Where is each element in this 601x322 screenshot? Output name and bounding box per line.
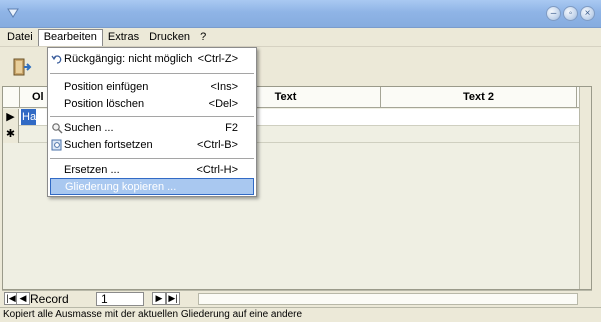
menu-bar: Datei Bearbeiten Extras Drucken ? <box>0 28 601 47</box>
status-bar: Kopiert alle Ausmasse mit der aktuellen … <box>0 307 601 322</box>
menu-item-delete-position[interactable]: Position löschen <Del> <box>50 96 254 113</box>
menu-separator <box>50 158 254 159</box>
menu-item-shortcut: F2 <box>225 122 238 134</box>
column-header-text2[interactable]: Text 2 <box>381 87 577 108</box>
current-row-marker: ▶ <box>3 109 19 126</box>
new-row-marker: ✱ <box>3 126 19 143</box>
menu-item-shortcut: <Ins> <box>210 81 238 93</box>
menu-item-label: Suchen fortsetzen <box>64 139 153 151</box>
prev-record-button[interactable]: ◀ <box>16 292 30 305</box>
menu-item-label: Ersetzen ... <box>64 164 120 176</box>
menu-separator <box>50 116 254 117</box>
record-label: Record <box>30 292 69 306</box>
horizontal-scrollbar[interactable] <box>198 293 578 305</box>
next-record-button[interactable]: ▶ <box>152 292 166 305</box>
menu-help[interactable]: ? <box>195 29 211 46</box>
menu-separator <box>50 73 254 74</box>
app-icon <box>7 8 19 18</box>
title-bar: – ◦ × <box>0 0 601 28</box>
menu-item-label: Position einfügen <box>64 81 149 93</box>
menu-item-shortcut: <Ctrl-Z> <box>197 53 238 65</box>
menu-item-shortcut: <Ctrl-H> <box>196 164 238 176</box>
menu-item-copy-structure[interactable]: Gliederung kopieren ... <box>50 178 254 195</box>
status-text: Kopiert alle Ausmasse mit der aktuellen … <box>3 309 303 320</box>
last-record-button[interactable]: ▶| <box>166 292 180 305</box>
close-icon[interactable]: × <box>580 6 595 21</box>
selected-cell[interactable]: Ha <box>21 109 37 125</box>
exit-door-icon[interactable] <box>10 56 32 78</box>
row-header-corner <box>3 87 20 108</box>
menu-item-shortcut: <Del> <box>208 98 238 110</box>
menu-item-search-continue[interactable]: Suchen fortsetzen <Ctrl-B> <box>50 137 254 154</box>
vertical-scrollbar[interactable] <box>579 87 591 289</box>
menu-item-label: Position löschen <box>64 98 145 110</box>
menu-item-replace[interactable]: Ersetzen ... <Ctrl-H> <box>50 162 254 179</box>
menu-drucken[interactable]: Drucken <box>144 29 195 46</box>
search-icon <box>52 123 63 134</box>
menu-item-insert-position[interactable]: Position einfügen <Ins> <box>50 79 254 96</box>
menu-item-undo[interactable]: Rückgängig: nicht möglich <Ctrl-Z> <box>50 51 254 68</box>
menu-item-label: Gliederung kopieren ... <box>65 181 177 193</box>
edit-menu-dropdown: Rückgängig: nicht möglich <Ctrl-Z> Posit… <box>47 47 257 197</box>
record-number-field[interactable]: 1 <box>96 292 144 306</box>
restore-icon[interactable]: ◦ <box>563 6 578 21</box>
menu-item-search[interactable]: Suchen ... F2 <box>50 120 254 137</box>
menu-item-shortcut: <Ctrl-B> <box>197 139 238 151</box>
search-continue-icon <box>51 139 62 151</box>
record-navigator: |◀ ◀ Record 1 ▶ ▶| <box>2 290 592 306</box>
menu-extras[interactable]: Extras <box>103 29 144 46</box>
menu-datei[interactable]: Datei <box>2 29 38 46</box>
menu-item-label: Rückgängig: nicht möglich <box>64 53 193 65</box>
minimize-icon[interactable]: – <box>546 6 561 21</box>
undo-icon <box>51 55 62 64</box>
menu-bearbeiten[interactable]: Bearbeiten <box>37 28 103 46</box>
menu-item-label: Suchen ... <box>64 122 114 134</box>
